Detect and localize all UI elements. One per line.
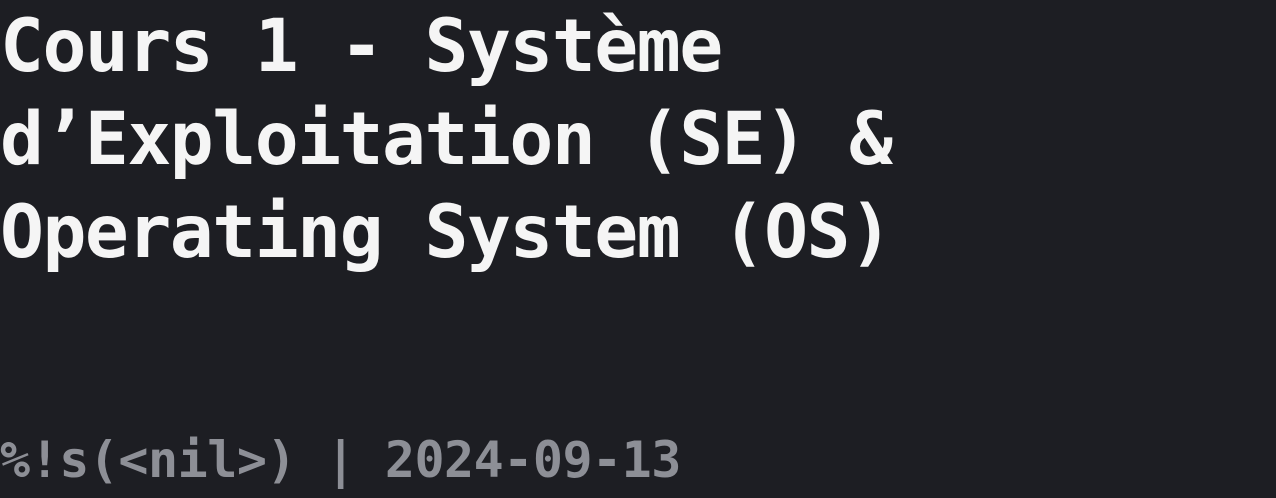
post-date: 2024-09-13 xyxy=(384,431,681,489)
post-title-line-1: Cours 1 - Système xyxy=(0,4,723,89)
post-title-line-3: Operating System (OS) xyxy=(0,190,893,275)
post-title-line-2: d’Exploitation (SE) & xyxy=(0,97,893,182)
meta-separator: | xyxy=(296,431,385,489)
post-title: Cours 1 - Système d’Exploitation (SE) & … xyxy=(0,0,1276,279)
post-header: Cours 1 - Système d’Exploitation (SE) & … xyxy=(0,0,1276,498)
post-meta: %!s(<nil>) | 2024-09-13 xyxy=(0,430,681,498)
post-author: %!s(<nil>) xyxy=(0,431,297,489)
